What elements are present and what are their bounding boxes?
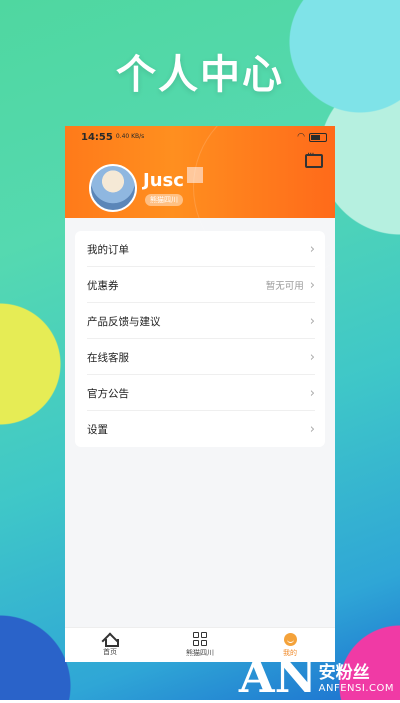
phone-screen: 14:55 0.40 KB/s ◠ Jusc 熊猫四川 我的订单 › 优惠券 暂…	[65, 126, 335, 662]
smile-icon	[283, 632, 297, 646]
wifi-icon: ◠	[297, 132, 305, 142]
status-icons: ◠	[297, 132, 327, 142]
menu-item-feedback[interactable]: 产品反馈与建议 ›	[75, 303, 325, 339]
menu-item-label: 我的订单	[87, 243, 129, 256]
tab-home[interactable]: 首页	[65, 628, 155, 662]
chevron-right-icon: ›	[309, 241, 315, 257]
menu-item-orders[interactable]: 我的订单 ›	[75, 231, 325, 267]
profile-header: 14:55 0.40 KB/s ◠ Jusc 熊猫四川	[65, 126, 335, 278]
menu-item-settings[interactable]: 设置 ›	[75, 411, 325, 447]
tab-label: 熊猫四川	[186, 649, 214, 657]
menu-card: 我的订单 › 优惠券 暂无可用 › 产品反馈与建议 › 在线客服 › 官方公告 …	[75, 231, 325, 447]
status-time: 14:55	[81, 131, 113, 143]
menu-item-announcements[interactable]: 官方公告 ›	[75, 375, 325, 411]
chevron-right-icon: ›	[309, 313, 315, 329]
menu-item-label: 官方公告	[87, 387, 129, 400]
chevron-right-icon: ›	[309, 277, 315, 293]
message-icon[interactable]	[305, 149, 323, 168]
menu-item-value: 暂无可用	[265, 281, 304, 292]
grid-icon	[193, 632, 207, 646]
battery-icon	[309, 132, 327, 142]
menu-item-label: 在线客服	[87, 351, 129, 364]
menu-item-label: 优惠券	[87, 279, 119, 292]
menu-item-label: 设置	[87, 423, 108, 436]
watermark-cn: 安粉丝	[318, 663, 370, 683]
user-tag: 熊猫四川	[145, 194, 183, 206]
home-icon	[103, 633, 119, 647]
chevron-right-icon: ›	[309, 349, 315, 365]
avatar[interactable]	[89, 164, 137, 212]
watermark-letters: AN	[238, 649, 317, 703]
username-redaction	[187, 167, 203, 183]
watermark-en: ANFENSI.COM	[318, 683, 394, 694]
menu-item-label: 产品反馈与建议	[87, 315, 161, 328]
chevron-right-icon: ›	[309, 421, 315, 437]
status-speed: 0.40 KB/s	[115, 133, 145, 140]
chevron-right-icon: ›	[309, 385, 315, 401]
status-bar: 14:55 0.40 KB/s ◠	[73, 130, 327, 144]
page-headline: 个人中心	[116, 52, 284, 98]
watermark-logo: AN 安粉丝 ANFENSI.COM	[238, 649, 394, 703]
menu-item-support[interactable]: 在线客服 ›	[75, 339, 325, 375]
tab-panda-sichuan[interactable]: 熊猫四川	[155, 628, 245, 662]
menu-item-coupons[interactable]: 优惠券 暂无可用 ›	[75, 267, 325, 303]
username: Jusc	[143, 170, 184, 191]
